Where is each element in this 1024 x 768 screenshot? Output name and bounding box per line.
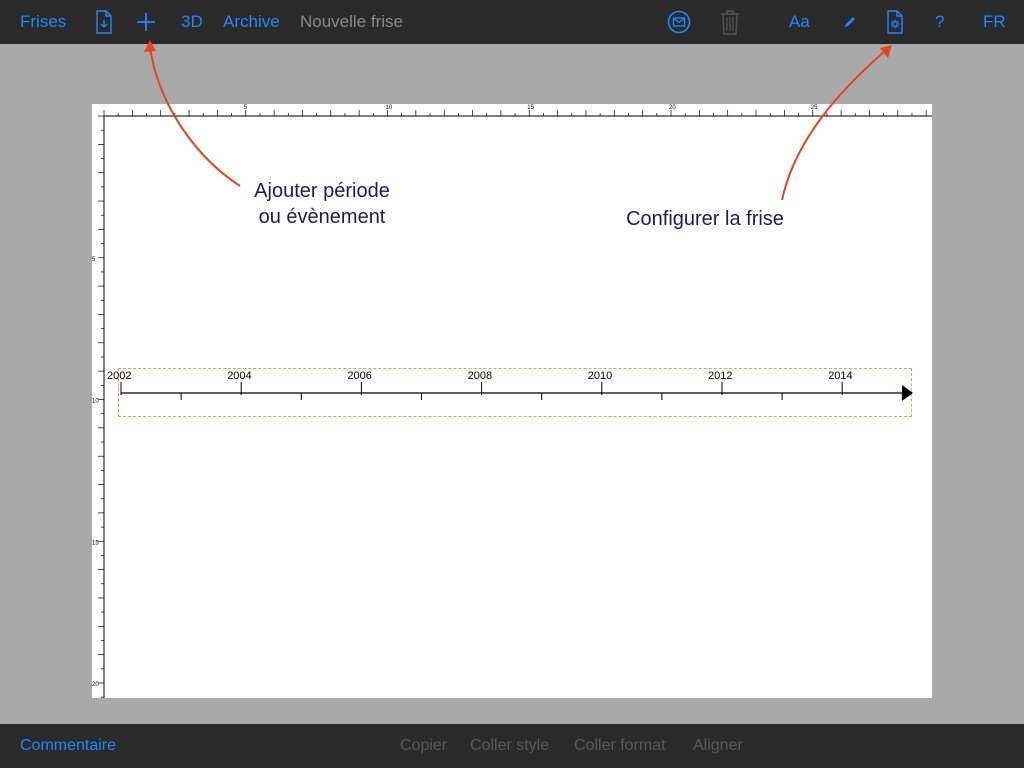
annotation-configure: Configurer la frise xyxy=(626,208,784,230)
timeline-year-label: 2010 xyxy=(587,370,613,382)
top-toolbar: Frises 3D Archive Nouvelle frise Aa ? FR xyxy=(0,0,1024,44)
language-button[interactable]: FR xyxy=(983,0,1006,44)
bottom-toolbar: Commentaire Copier Coller style Coller f… xyxy=(0,724,1024,768)
annotation-add-line-2: ou évènement xyxy=(258,206,386,228)
timeline-year-label: 2014 xyxy=(828,370,853,382)
pencil-icon[interactable] xyxy=(840,0,860,44)
timeline-year-label: 2008 xyxy=(467,370,493,382)
3d-button[interactable]: 3D xyxy=(181,0,203,44)
timeline-year-label: 2002 xyxy=(107,370,132,382)
coller-format-button[interactable]: Coller format xyxy=(574,724,666,768)
coller-style-button[interactable]: Coller style xyxy=(470,724,549,768)
annotation-add-line-1: Ajouter période xyxy=(254,180,390,202)
document-title: Nouvelle frise xyxy=(300,12,403,31)
help-button[interactable]: ? xyxy=(935,0,944,44)
new-document-icon[interactable] xyxy=(92,0,116,44)
trash-icon xyxy=(718,0,742,44)
settings-icon[interactable] xyxy=(884,0,906,44)
archive-button[interactable]: Archive xyxy=(223,0,280,44)
mail-icon[interactable] xyxy=(666,0,692,44)
annotation-add-period: Ajouter période ou évènement xyxy=(244,178,400,230)
frises-button[interactable]: Frises xyxy=(20,0,66,44)
timeline-year-label: 2004 xyxy=(227,370,252,382)
timeline-axis xyxy=(120,382,913,401)
copier-button[interactable]: Copier xyxy=(400,724,447,768)
aligner-button[interactable]: Aligner xyxy=(693,724,743,768)
timeline-arrowhead xyxy=(902,385,913,401)
add-icon[interactable] xyxy=(134,0,158,44)
arrow-head-settings xyxy=(880,45,892,58)
timeline-year-label: 2006 xyxy=(347,370,372,382)
font-button[interactable]: Aa xyxy=(789,0,810,44)
commentaire-button[interactable]: Commentaire xyxy=(20,724,116,768)
timeline-year-label: 2012 xyxy=(708,370,733,382)
timeline-page[interactable]: 5 10 15 20 25 5 10 15 20 2002 2004 2006 2008 2010 201… xyxy=(92,104,932,698)
